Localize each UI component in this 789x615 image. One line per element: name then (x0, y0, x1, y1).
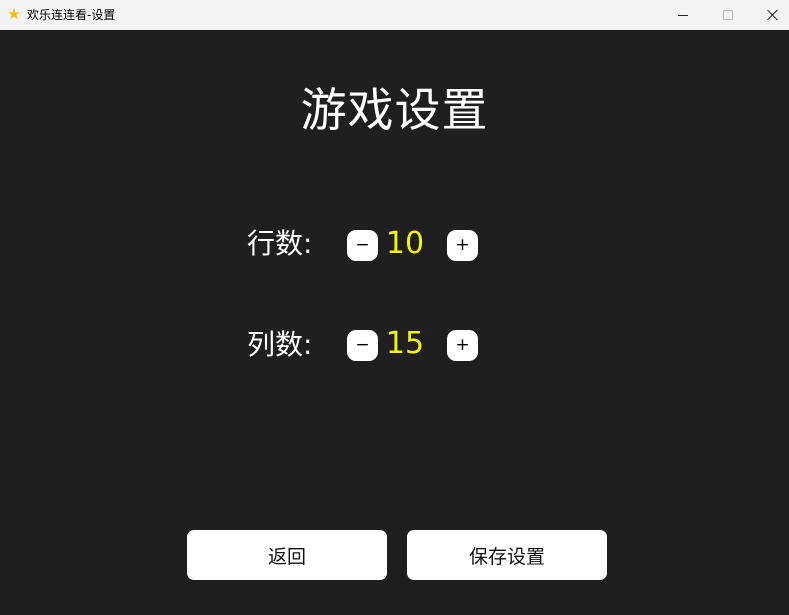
cols-value: 15 (385, 326, 425, 361)
rows-label: 行数: (247, 227, 313, 260)
maximize-icon (723, 10, 733, 20)
cols-decrement-button[interactable]: − (347, 330, 378, 361)
close-button[interactable] (750, 0, 789, 30)
minus-icon: − (355, 235, 370, 255)
cols-increment-button[interactable]: + (447, 330, 478, 361)
rows-increment-button[interactable]: + (447, 230, 478, 261)
minimize-icon (678, 14, 688, 16)
save-settings-button[interactable]: 保存设置 (407, 530, 607, 580)
title-bar: ★ 欢乐连连看-设置 (0, 0, 789, 30)
minimize-button[interactable] (660, 0, 706, 30)
cols-label: 列数: (247, 328, 313, 361)
plus-icon: + (455, 235, 470, 255)
plus-icon: + (455, 335, 470, 355)
maximize-button[interactable] (705, 0, 751, 30)
settings-panel: 游戏设置 行数: − 10 + 列数: − 15 + 返回 保存设置 (0, 30, 789, 615)
minus-icon: − (355, 335, 370, 355)
rows-value: 10 (385, 226, 425, 261)
star-app-icon: ★ (7, 5, 21, 23)
window-title: 欢乐连连看-设置 (27, 8, 116, 22)
close-icon (767, 9, 779, 21)
rows-decrement-button[interactable]: − (347, 230, 378, 261)
page-title: 游戏设置 (300, 83, 489, 137)
back-button[interactable]: 返回 (187, 530, 387, 580)
